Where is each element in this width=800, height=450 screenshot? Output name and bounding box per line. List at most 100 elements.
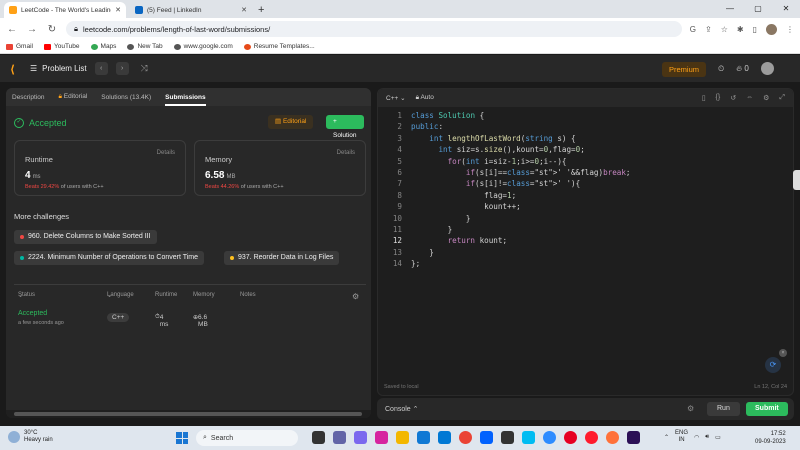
mode-indicator[interactable]: 🔒︎ Auto [416, 94, 434, 102]
side-panel-tab[interactable] [793, 170, 800, 190]
google-icon[interactable]: G [690, 25, 696, 34]
yahoo-icon[interactable] [501, 431, 514, 444]
run-button[interactable]: Run [707, 402, 740, 416]
language-column-header[interactable]: Language ⌄ [107, 292, 134, 299]
bookmark-icon[interactable]: ▯ [702, 94, 706, 102]
code-line[interactable]: 3 int lengthOfLastWord(string s) { [378, 134, 793, 145]
maximize-icon[interactable]: ▢ [744, 0, 772, 18]
browser-tab-linkedin[interactable]: (5) Feed | LinkedIn ✕ [130, 2, 252, 18]
tab-description[interactable]: Description [12, 94, 45, 101]
close-window-icon[interactable]: ✕ [772, 0, 800, 18]
code-line[interactable]: 13 } [378, 248, 793, 259]
close-icon[interactable]: ✕ [115, 6, 121, 14]
code-line[interactable]: 9 kount++; [378, 202, 793, 213]
volume-icon[interactable]: 🔊︎ [705, 434, 709, 441]
minimize-icon[interactable]: — [716, 0, 744, 18]
firefox-icon[interactable] [606, 431, 619, 444]
chrome-icon[interactable] [459, 431, 472, 444]
row-status[interactable]: Accepted [18, 310, 47, 317]
taskbar-search[interactable]: ⌕ Search [196, 430, 298, 446]
code-line[interactable]: 12 return kount; [378, 236, 793, 247]
code-line[interactable]: 7 if(s[i]!=class="st">' '){ [378, 179, 793, 190]
code-line[interactable]: 6 if(s[i]==class="st">' '&&flag)break; [378, 168, 793, 179]
chat-icon[interactable]: ⟳ [765, 357, 781, 373]
code-line[interactable]: 8 flag=1; [378, 191, 793, 202]
menu-icon[interactable]: ⋮ [786, 25, 794, 34]
reset-icon[interactable]: ↺ [730, 94, 736, 102]
bookmark-google[interactable]: www.google.com [173, 43, 233, 50]
memory-card[interactable]: Memory Details 6.58 MB Beats 44.26% of us… [194, 140, 366, 196]
clock[interactable]: 17:52 09-09-2023 [755, 430, 786, 446]
console-settings-icon[interactable]: ⚙ [687, 404, 694, 413]
user-avatar[interactable] [760, 62, 774, 75]
forward-icon[interactable]: → [26, 24, 38, 35]
tab-editorial[interactable]: 🔒︎ Editorial [59, 93, 88, 101]
start-button[interactable] [176, 432, 188, 444]
star-icon[interactable]: ☆ [721, 25, 728, 34]
extensions-icon[interactable]: ✱ [737, 25, 744, 34]
code-line[interactable]: 1 class Solution { [378, 111, 793, 122]
language-indicator[interactable]: ENG IN [675, 430, 688, 444]
premiere-icon[interactable] [627, 431, 640, 444]
code-line[interactable]: 5 for(int i=siz-1;i>=0;i--){ [378, 157, 793, 168]
close-icon[interactable]: × [779, 349, 787, 357]
teams-icon[interactable] [333, 431, 346, 444]
zoom-icon[interactable] [543, 431, 556, 444]
horizontal-scrollbar[interactable] [6, 410, 371, 418]
opera-icon[interactable] [585, 431, 598, 444]
back-icon[interactable]: ← [6, 24, 18, 35]
edge-icon[interactable] [417, 431, 430, 444]
coins-indicator[interactable]: 🔥︎ 0 [736, 64, 749, 74]
language-selector[interactable]: C++ ⌄ [386, 94, 406, 102]
code-line[interactable]: 4 int siz=s.size(),kount=0,flag=0; [378, 145, 793, 156]
mail-icon[interactable] [522, 431, 535, 444]
weather-widget[interactable]: 30°C Heavy rain [8, 430, 53, 444]
submit-button[interactable]: Submit [746, 402, 788, 416]
timer-icon[interactable]: ⏲ [718, 64, 724, 74]
challenge-chip[interactable]: 960. Delete Columns to Make Sorted III [14, 230, 157, 244]
split-icon[interactable]: ⇔ [746, 94, 753, 102]
challenge-chip[interactable]: 2224. Minimum Number of Operations to Co… [14, 251, 205, 265]
battery-icon[interactable]: ▭ [715, 434, 721, 441]
sidepanel-icon[interactable]: ▯ [753, 25, 757, 34]
shuffle-icon[interactable]: ⤨ [141, 63, 148, 74]
share-icon[interactable]: ⇪ [705, 25, 712, 34]
runtime-details-link[interactable]: Details [157, 150, 175, 156]
bookmark-maps[interactable]: Maps [90, 43, 116, 50]
instagram-icon[interactable] [375, 431, 388, 444]
pinterest-icon[interactable] [564, 431, 577, 444]
next-problem-button[interactable]: › [115, 62, 129, 75]
code-line[interactable]: 11 } [378, 225, 793, 236]
browser-tab-leetcode[interactable]: LeetCode - The World's Leading ✕ [4, 2, 126, 18]
chevron-up-icon[interactable]: ⌃ [664, 434, 669, 441]
problem-list-button[interactable]: ☰ Problem List [30, 64, 87, 73]
code-line[interactable]: 14}; [378, 259, 793, 270]
file-explorer-icon[interactable] [396, 431, 409, 444]
wifi-icon[interactable]: ◠ [694, 434, 699, 441]
challenge-chip[interactable]: 937. Reorder Data in Log Files [224, 251, 340, 265]
console-toggle[interactable]: Console ⌃ [385, 405, 419, 413]
runtime-card[interactable]: Runtime Details 4 ms Beats 29.42% of user… [14, 140, 186, 196]
bookmark-newtab[interactable]: New Tab [127, 43, 163, 50]
tab-submissions[interactable]: Submissions [165, 94, 206, 106]
chat-app-icon[interactable] [354, 431, 367, 444]
close-icon[interactable]: ✕ [241, 6, 247, 14]
code-line[interactable]: 2 public: [378, 122, 793, 133]
code-line[interactable]: 10 } [378, 214, 793, 225]
bookmark-resume[interactable]: Resume Templates... [243, 43, 315, 50]
status-column-header[interactable]: Status ⌄ [18, 292, 35, 299]
memory-details-link[interactable]: Details [337, 150, 355, 156]
editorial-button[interactable]: ▤ Editorial [268, 115, 314, 129]
gear-icon[interactable]: ⚙ [763, 94, 769, 102]
reload-icon[interactable]: ↻ [46, 24, 58, 35]
dropbox-icon[interactable] [480, 431, 493, 444]
profile-avatar[interactable] [766, 23, 777, 35]
prev-problem-button[interactable]: ‹ [94, 62, 108, 75]
task-view-icon[interactable] [312, 431, 325, 444]
store-icon[interactable] [438, 431, 451, 444]
tab-solutions[interactable]: Solutions (13.4K) [101, 94, 151, 101]
leetcode-logo-icon[interactable]: ⟨ [10, 63, 22, 76]
fullscreen-icon[interactable]: ⤢ [779, 94, 785, 102]
solution-button[interactable]: + Solution [326, 115, 364, 139]
bookmark-youtube[interactable]: YouTube [43, 43, 80, 50]
